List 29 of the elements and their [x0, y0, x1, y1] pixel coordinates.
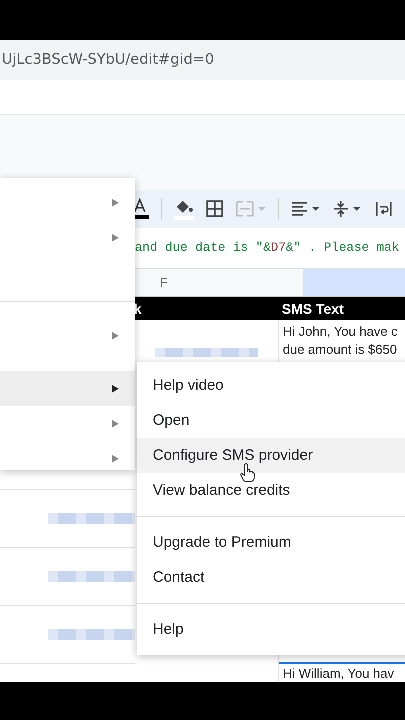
menu-item[interactable] — [0, 371, 135, 406]
submenu-arrow-icon — [112, 332, 119, 340]
cell-text: Hi John, You have c — [283, 323, 399, 341]
borders-icon[interactable] — [206, 200, 224, 218]
menu-item[interactable]: Contact — [137, 560, 405, 595]
menu-item[interactable]: View balance credits — [137, 473, 405, 508]
vertical-align-icon[interactable] — [333, 200, 363, 218]
column-header[interactable] — [303, 269, 405, 296]
menu-item[interactable]: Open — [137, 403, 405, 438]
submenu-arrow-icon — [112, 420, 119, 428]
cell-text: due amount is $650 — [283, 341, 398, 359]
merge-cells-icon[interactable] — [236, 200, 266, 218]
url-text: UjLc3BScW-SYbU/edit#gid=0 — [2, 52, 214, 68]
submenu-arrow-icon — [112, 234, 119, 242]
header-cell-text: k — [134, 300, 143, 318]
menu-item[interactable]: Configure SMS provider — [137, 438, 405, 473]
header-cell-text: SMS Text — [281, 300, 345, 318]
menu-item[interactable]: Help — [137, 612, 405, 647]
submenu-arrow-icon — [112, 384, 119, 392]
menu-item[interactable]: Upgrade to Premium — [137, 525, 405, 560]
text-wrap-icon[interactable] — [375, 200, 393, 218]
submenu-arrow-icon — [112, 454, 119, 462]
hand-cursor-icon — [240, 463, 256, 483]
submenu-arrow-icon — [112, 198, 119, 206]
address-bar[interactable]: UjLc3BScW-SYbU/edit#gid=0 — [0, 40, 405, 80]
fill-color-icon[interactable] — [174, 198, 194, 220]
menu-item[interactable]: Help video — [137, 368, 405, 403]
cell-text: Hi William, You hav — [283, 665, 396, 682]
align-icon[interactable] — [291, 200, 321, 218]
